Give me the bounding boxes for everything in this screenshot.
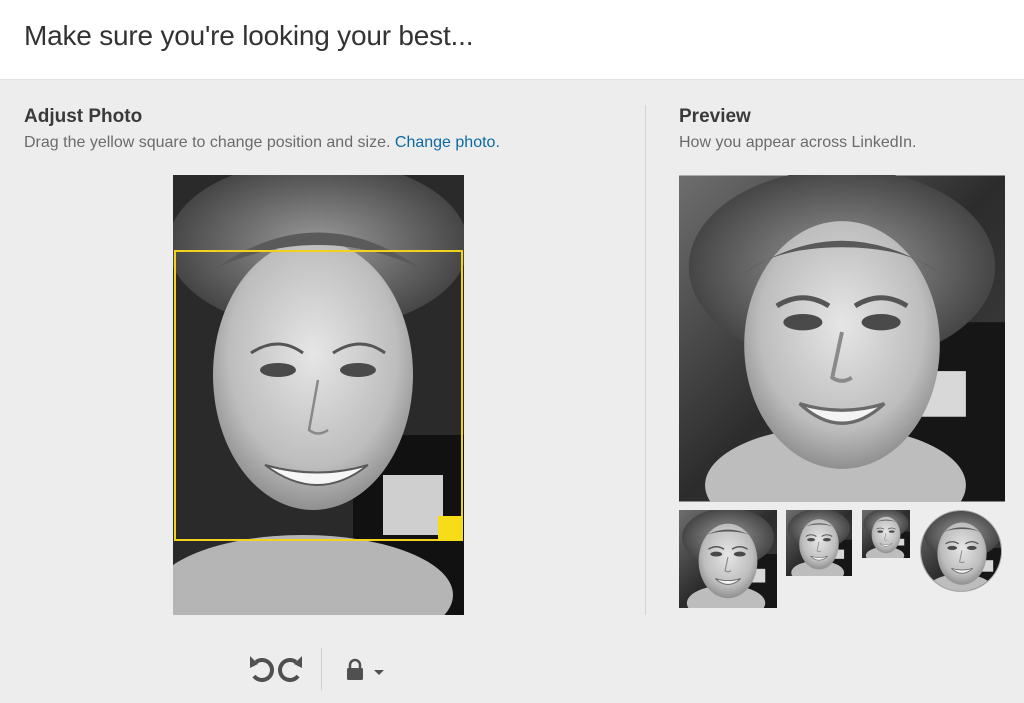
preview-thumbnail-large	[679, 510, 777, 608]
rotate-right-icon[interactable]	[276, 652, 304, 686]
change-photo-link[interactable]: Change photo.	[395, 134, 500, 151]
preview-title: Preview	[679, 106, 751, 127]
lock-dropdown[interactable]	[345, 658, 389, 682]
dialog-title: Make sure you're looking your best...	[24, 20, 474, 51]
dialog-header: Make sure you're looking your best...	[0, 0, 1024, 80]
rotate-left-icon[interactable]	[248, 652, 276, 686]
preview-large-image	[679, 175, 1005, 502]
preview-thumbnail-medium	[786, 510, 852, 576]
instruction-text: Drag the yellow square to change positio…	[24, 134, 391, 151]
crop-resize-handle[interactable]	[438, 516, 463, 541]
preview-thumbnail-circle	[920, 510, 1002, 592]
adjust-photo-title: Adjust Photo	[24, 106, 143, 127]
preview-subtitle: How you appear across LinkedIn.	[679, 134, 917, 151]
caret-down-icon	[374, 670, 384, 675]
adjust-photo-instruction: Drag the yellow square to change positio…	[24, 134, 500, 152]
crop-selection-box[interactable]	[174, 250, 463, 541]
section-divider	[645, 105, 646, 615]
lock-icon	[347, 658, 363, 680]
toolbar-divider	[321, 648, 322, 690]
preview-thumbnail-small	[862, 510, 910, 558]
